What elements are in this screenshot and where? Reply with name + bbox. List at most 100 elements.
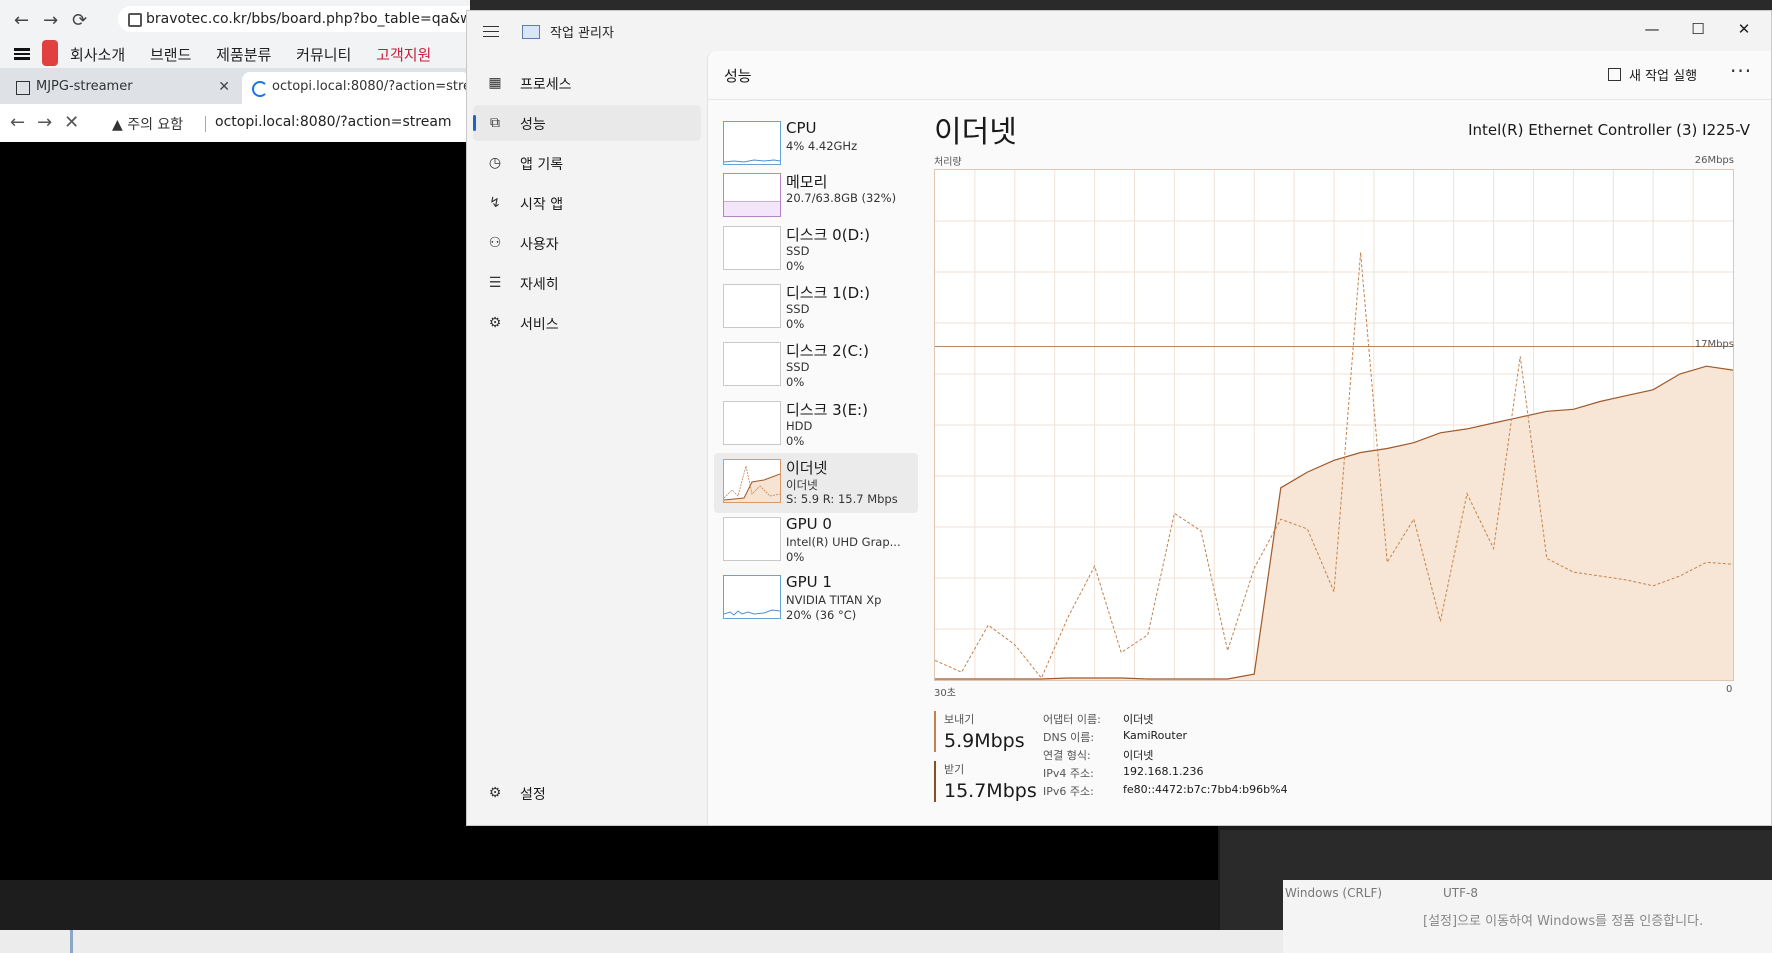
browser-tab-active[interactable]: octopi.local:8080/?action=stream bbox=[242, 72, 470, 104]
task-manager-window: 작업 관리자 — ☐ ✕ ▦ 프로세스 ⧉ 성능 ◷ 앱 기록 ↯ 시작 앱 ⚇… bbox=[466, 10, 1772, 826]
device-item-disk-3[interactable]: 디스크 3(E:) HDD 0% bbox=[714, 395, 918, 455]
hamburger-menu-icon[interactable] bbox=[14, 48, 30, 60]
sidebar-item-performance[interactable]: ⧉ 성능 bbox=[473, 105, 701, 141]
device-name: 디스크 0(D:) bbox=[786, 226, 871, 244]
device-thumbnail bbox=[723, 401, 781, 445]
device-subtitle: NVIDIA TITAN Xp bbox=[786, 593, 882, 607]
device-subtitle: Intel(R) UHD Grap... bbox=[786, 535, 901, 549]
device-thumbnail bbox=[723, 173, 781, 217]
gear-icon: ⚙ bbox=[488, 785, 502, 801]
device-thumbnail bbox=[723, 459, 781, 503]
device-subtitle: 이더넷 bbox=[786, 478, 818, 492]
new-task-button[interactable]: 새 작업 실행 bbox=[1608, 65, 1697, 84]
sidebar-item-label: 설정 bbox=[520, 787, 546, 803]
site-menu-item[interactable]: 회사소개 bbox=[70, 46, 125, 64]
site-menu-item[interactable]: 브랜드 bbox=[150, 46, 191, 64]
device-item-disk-2[interactable]: 디스크 2(C:) SSD 0% bbox=[714, 336, 918, 396]
hamburger-menu-icon[interactable] bbox=[483, 26, 499, 38]
device-item-cpu[interactable]: CPU 4% 4.42GHz bbox=[714, 115, 918, 175]
chart-reference-label: 17Mbps bbox=[1694, 339, 1734, 350]
close-button[interactable]: ✕ bbox=[1721, 11, 1767, 47]
receive-stat: 받기 15.7Mbps bbox=[934, 761, 1044, 802]
throughput-chart bbox=[934, 169, 1734, 681]
sidebar-item-details[interactable]: ☰ 자세히 bbox=[473, 265, 701, 301]
device-item-gpu-1[interactable]: GPU 1 NVIDIA TITAN Xp 20% (36 °C) bbox=[714, 569, 918, 629]
sidebar-item-services[interactable]: ⚙ 서비스 bbox=[473, 305, 701, 341]
device-item-disk-0[interactable]: 디스크 0(D:) SSD 0% bbox=[714, 220, 918, 280]
send-stat: 보내기 5.9Mbps bbox=[934, 711, 1044, 752]
send-value: 5.9Mbps bbox=[944, 730, 1025, 752]
services-icon: ⚙ bbox=[488, 315, 502, 331]
stream-viewport-bottom bbox=[0, 880, 1218, 930]
background-browser-window: ←→⟳ bravotec.co.kr/bbs/board.php?bo_tabl… bbox=[0, 0, 506, 69]
sidebar-item-processes[interactable]: ▦ 프로세스 bbox=[473, 65, 701, 101]
performance-content: 성능 새 작업 실행 ··· CPU 4% 4.42GHz 메모리 20.7/6… bbox=[707, 51, 1771, 825]
sidebar-item-users[interactable]: ⚇ 사용자 bbox=[473, 225, 701, 261]
app-history-icon: ◷ bbox=[488, 155, 502, 171]
content-header: 성능 새 작업 실행 ··· bbox=[708, 51, 1771, 100]
site-menu-item[interactable]: 고객지원 bbox=[376, 46, 431, 64]
device-thumbnail bbox=[723, 342, 781, 386]
security-warning[interactable]: ▲ 주의 요함 bbox=[112, 114, 183, 134]
device-name: CPU bbox=[786, 119, 817, 137]
more-options-button[interactable]: ··· bbox=[1730, 59, 1752, 83]
sidebar-item-settings[interactable]: ⚙ 설정 bbox=[473, 775, 701, 811]
browser-nav-buttons[interactable]: ←→✕ bbox=[10, 112, 91, 133]
sidebar-item-label: 프로세스 bbox=[520, 77, 572, 93]
browser-nav-buttons[interactable]: ←→⟳ bbox=[14, 10, 101, 31]
browser-url-text: bravotec.co.kr/bbs/board.php?bo_table=qa… bbox=[146, 11, 478, 27]
browser-address-row: ←→✕ ▲ 주의 요함 octopi.local:8080/?action=st… bbox=[0, 104, 470, 143]
sidebar-item-label: 성능 bbox=[520, 117, 546, 133]
property-value: KamiRouter bbox=[1123, 729, 1187, 742]
throughput-chart-svg bbox=[935, 170, 1733, 680]
device-thumbnail bbox=[723, 121, 781, 165]
device-usage: S: 5.9 R: 15.7 Mbps bbox=[786, 492, 898, 506]
device-subtitle: 4% 4.42GHz bbox=[786, 139, 858, 153]
device-item-ethernet[interactable]: 이더넷 이더넷 S: 5.9 R: 15.7 Mbps bbox=[714, 453, 918, 513]
new-task-icon bbox=[1608, 68, 1621, 81]
chart-max-label: 26Mbps bbox=[1694, 155, 1734, 166]
sidebar-item-label: 서비스 bbox=[520, 317, 559, 333]
property-label: 연결 형식: bbox=[1043, 749, 1091, 762]
device-thumbnail bbox=[723, 575, 781, 619]
tab-close-icon[interactable]: ✕ bbox=[218, 72, 230, 102]
browser-url-text[interactable]: octopi.local:8080/?action=stream bbox=[215, 114, 452, 130]
receive-label: 받기 bbox=[944, 763, 965, 776]
site-menu: 회사소개 브랜드 제품분류 커뮤니티 고객지원 bbox=[70, 44, 451, 65]
site-menu-item[interactable]: 커뮤니티 bbox=[296, 46, 351, 64]
divider bbox=[205, 116, 206, 132]
eol-indicator[interactable]: Windows (CRLF) bbox=[1285, 886, 1382, 900]
sidebar-item-label: 사용자 bbox=[520, 237, 559, 253]
lock-icon bbox=[128, 13, 142, 27]
device-usage: 0% bbox=[786, 317, 805, 331]
device-name: 디스크 3(E:) bbox=[786, 401, 868, 419]
receive-value: 15.7Mbps bbox=[944, 780, 1037, 802]
activation-watermark: [설정]으로 이동하여 Windows를 정품 인증합니다. bbox=[1423, 914, 1704, 929]
device-name: 디스크 2(C:) bbox=[786, 342, 869, 360]
detail-title: 이더넷 bbox=[934, 115, 1017, 150]
device-item-memory[interactable]: 메모리 20.7/63.8GB (32%) bbox=[714, 167, 918, 227]
maximize-button[interactable]: ☐ bbox=[1675, 11, 1721, 47]
editor-status-bar: Windows (CRLF) UTF-8 [설정]으로 이동하여 Windows… bbox=[1283, 880, 1772, 953]
tab-favicon-icon bbox=[16, 81, 30, 95]
sidebar-item-label: 자세히 bbox=[520, 277, 559, 293]
sidebar-item-app-history[interactable]: ◷ 앱 기록 bbox=[473, 145, 701, 181]
minimize-button[interactable]: — bbox=[1629, 11, 1675, 47]
device-subtitle: SSD bbox=[786, 302, 810, 316]
chart-x-end-label: 0 bbox=[1726, 684, 1733, 695]
device-item-gpu-0[interactable]: GPU 0 Intel(R) UHD Grap... 0% bbox=[714, 511, 918, 571]
device-usage: 0% bbox=[786, 259, 805, 273]
site-menu-item[interactable]: 제품분류 bbox=[216, 46, 271, 64]
browser-url-bar[interactable]: bravotec.co.kr/bbs/board.php?bo_table=qa… bbox=[118, 6, 506, 32]
device-name: 이더넷 bbox=[786, 459, 828, 477]
browser-tab[interactable]: MJPG-streamer ✕ bbox=[6, 72, 238, 104]
encoding-indicator[interactable]: UTF-8 bbox=[1443, 886, 1478, 900]
site-logo bbox=[42, 40, 58, 66]
sidebar-item-label: 시작 앱 bbox=[520, 197, 564, 213]
task-manager-app-icon bbox=[522, 25, 540, 39]
property-label: DNS 이름: bbox=[1043, 731, 1095, 744]
device-subtitle: SSD bbox=[786, 244, 810, 258]
device-item-disk-1[interactable]: 디스크 1(D:) SSD 0% bbox=[714, 278, 918, 338]
browser-tab-label: MJPG-streamer bbox=[36, 79, 133, 94]
sidebar-item-startup-apps[interactable]: ↯ 시작 앱 bbox=[473, 185, 701, 221]
